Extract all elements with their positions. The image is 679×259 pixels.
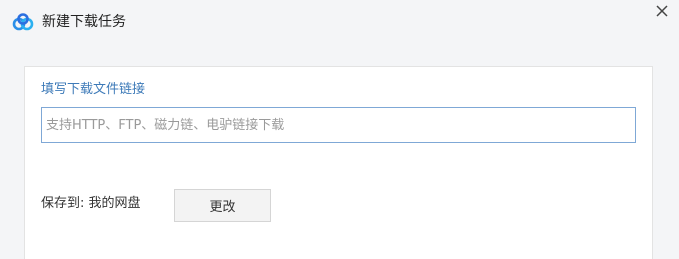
url-field-label: 填写下载文件链接 bbox=[41, 82, 146, 97]
download-url-input[interactable] bbox=[41, 107, 636, 143]
new-download-dialog: 新建下载任务 填写下载文件链接 保存到: 我的网盘 更改 bbox=[0, 0, 679, 259]
close-icon[interactable] bbox=[653, 2, 671, 20]
dialog-title: 新建下载任务 bbox=[42, 14, 126, 30]
baidu-netdisk-logo-icon bbox=[12, 13, 34, 31]
save-location-label: 保存到: 我的网盘 bbox=[41, 196, 141, 211]
change-location-button[interactable]: 更改 bbox=[174, 189, 271, 222]
download-form-panel: 填写下载文件链接 保存到: 我的网盘 更改 bbox=[24, 66, 653, 259]
dialog-titlebar: 新建下载任务 bbox=[0, 0, 679, 44]
